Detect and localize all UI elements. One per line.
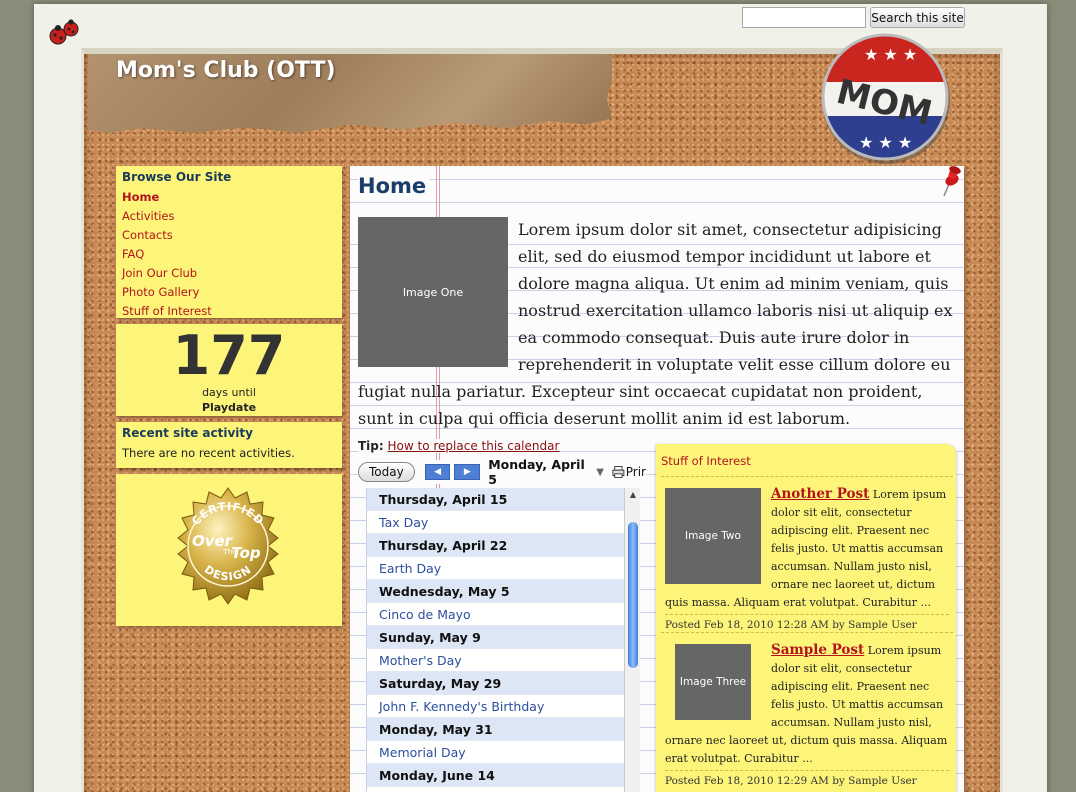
recent-activity-heading: Recent site activity	[122, 426, 253, 440]
agenda-event[interactable]: Tax Day	[367, 511, 624, 534]
browse-heading: Browse Our Site	[122, 170, 232, 184]
countdown-number: 177	[172, 324, 286, 387]
calendar-current-date: Monday, April 5	[488, 457, 585, 487]
agenda-event[interactable]: Mother's Day	[367, 649, 624, 672]
today-button[interactable]: Today	[358, 462, 415, 482]
chevron-down-icon[interactable]: ▼	[596, 467, 604, 478]
page-title: Home	[358, 174, 431, 198]
svg-text:★ ★ ★: ★ ★ ★	[864, 45, 917, 64]
certified-seal-icon: CERTIFIED DESIGN Over The Top	[177, 487, 279, 605]
post-item: Image Two Another Post Lorem ipsum dolor…	[661, 476, 953, 637]
nav-contacts[interactable]: Contacts	[122, 226, 336, 245]
stuff-of-interest-panel: Stuff of Interest Image Two Another Post…	[656, 444, 956, 792]
post-item: Image Three Sample Post Lorem ipsum dolo…	[661, 632, 953, 792]
print-icon[interactable]	[612, 465, 625, 479]
calendar-agenda: Thursday, April 15 Tax Day Thursday, Apr…	[366, 488, 624, 792]
svg-text:★ ★ ★: ★ ★ ★	[859, 133, 912, 152]
agenda-event[interactable]: Memorial Day	[367, 741, 624, 764]
pushpin-icon	[943, 166, 961, 197]
svg-text:Top: Top	[231, 544, 261, 562]
left-arrow-icon[interactable]: ◀	[424, 464, 451, 480]
nav-stuff-of-interest[interactable]: Stuff of Interest	[122, 302, 336, 321]
image-three-placeholder: Image Three	[675, 644, 751, 720]
search-button[interactable]: Search this site	[870, 7, 965, 28]
certified-note: CERTIFIED DESIGN Over The Top	[116, 474, 342, 626]
post-title-link[interactable]: Sample Post	[771, 642, 864, 658]
nav-join-our-club[interactable]: Join Our Club	[122, 264, 336, 283]
agenda-day-row: Saturday, May 29	[367, 672, 624, 695]
image-two-placeholder: Image Two	[665, 488, 761, 584]
agenda-scrollbar[interactable]: ▲	[624, 488, 640, 792]
agenda-day-row: Monday, June 14	[367, 764, 624, 787]
agenda-day-row: Thursday, April 15	[367, 488, 624, 511]
agenda-day-row: Wednesday, May 5	[367, 580, 624, 603]
post-meta: Posted Feb 18, 2010 12:29 AM by Sample U…	[665, 770, 949, 787]
countdown-event: Playdate	[201, 401, 257, 414]
agenda-day-row: Sunday, May 9	[367, 626, 624, 649]
calendar-tip: Tip: How to replace this calendar	[358, 439, 560, 453]
post-title-link[interactable]: Another Post	[771, 486, 869, 502]
interest-heading: Stuff of Interest	[661, 454, 751, 468]
ladybug-icon	[49, 19, 79, 45]
nav-photo-gallery[interactable]: Photo Gallery	[122, 283, 336, 302]
calendar-toolbar: Today ◀ ▶ Monday, April 5 ▼ Prir	[358, 457, 646, 487]
recent-activity-note: Recent site activity There are no recent…	[116, 422, 342, 468]
agenda-event[interactable]: John F. Kennedy's Birthday	[367, 695, 624, 718]
agenda-event[interactable]: Cinco de Mayo	[367, 603, 624, 626]
search-input[interactable]	[742, 7, 866, 28]
agenda-event[interactable]: Earth Day	[367, 557, 624, 580]
recent-activity-text: There are no recent activities.	[122, 446, 295, 460]
browse-note: Browse Our Site Home Activities Contacts…	[116, 166, 342, 318]
agenda-day-row: Thursday, April 22	[367, 534, 624, 557]
nav-faq[interactable]: FAQ	[122, 245, 336, 264]
replace-calendar-link[interactable]: How to replace this calendar	[388, 439, 560, 453]
scroll-up-icon[interactable]: ▲	[625, 490, 641, 502]
countdown-note: 177 days until Playdate	[116, 324, 342, 416]
nav-home[interactable]: Home	[122, 188, 336, 207]
right-arrow-icon[interactable]: ▶	[454, 464, 481, 480]
scroll-thumb[interactable]	[628, 522, 638, 668]
nav-activities[interactable]: Activities	[122, 207, 336, 226]
tip-label: Tip:	[358, 439, 384, 453]
mom-badge-icon: ★ ★ ★ ★ ★ ★ MOM	[821, 33, 950, 164]
post-meta: Posted Feb 18, 2010 12:28 AM by Sample U…	[665, 614, 949, 631]
site-title[interactable]: Mom's Club (OTT)	[116, 58, 336, 83]
countdown-label: days until	[202, 386, 256, 399]
image-one-placeholder: Image One	[358, 217, 508, 367]
body-text: Image One Lorem ipsum dolor sit amet, co…	[358, 216, 958, 432]
print-link[interactable]: Prir	[626, 465, 646, 479]
agenda-day-row: Monday, May 31	[367, 718, 624, 741]
